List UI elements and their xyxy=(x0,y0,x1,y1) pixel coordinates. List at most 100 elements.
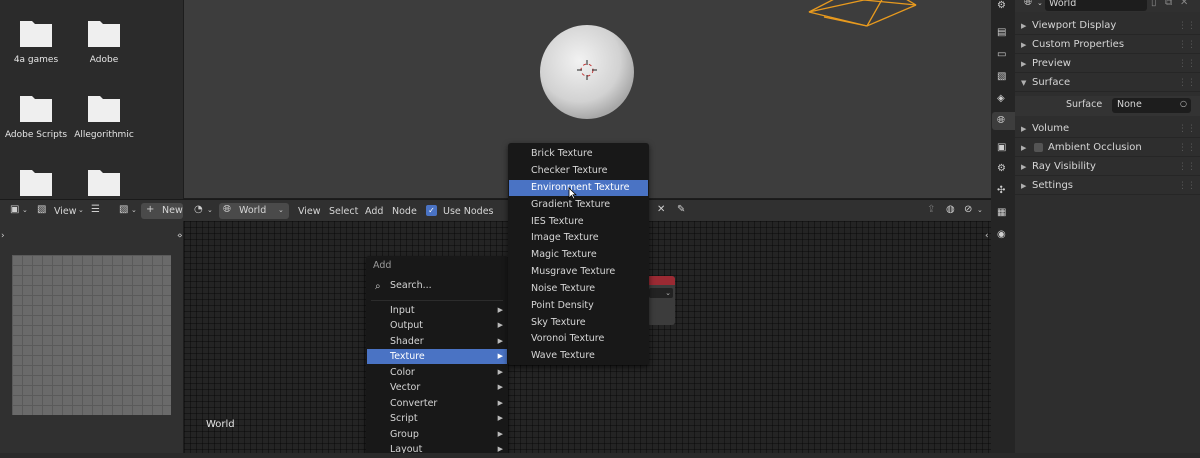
add-menu-item-group[interactable]: Group ▶ xyxy=(367,427,507,442)
panel-viewport-display[interactable]: ▶ Viewport Display ⋮⋮ xyxy=(1015,17,1200,35)
folder-item[interactable]: Allegorithmic xyxy=(69,92,139,140)
chevron-right-icon: ▶ xyxy=(497,399,503,407)
drag-handle-icon[interactable]: ⋮⋮ xyxy=(1178,177,1196,195)
new-image-button[interactable]: + New xyxy=(141,203,183,219)
texture-item-environment[interactable]: Environment Texture xyxy=(509,180,648,196)
preview-sphere[interactable] xyxy=(540,25,634,119)
world-properties-tab[interactable]: 🌐︎ xyxy=(992,112,1015,130)
panel-settings[interactable]: ▶ Settings ⋮⋮ xyxy=(1015,177,1200,195)
texture-item-image[interactable]: Image Texture xyxy=(509,230,648,246)
surface-shader-dropdown[interactable]: None ○ xyxy=(1112,98,1191,113)
drag-handle-icon[interactable]: ⋮⋮ xyxy=(1178,74,1196,92)
add-menu-search[interactable]: ⌕ Search... xyxy=(367,278,507,296)
texture-item-brick[interactable]: Brick Texture xyxy=(509,146,648,162)
collapsed-triangle-icon: ▶ xyxy=(1021,60,1027,68)
fake-user-icon[interactable]: ▯ xyxy=(1151,0,1157,9)
node-view-menu[interactable]: View xyxy=(298,204,321,219)
ambient-occlusion-checkbox[interactable] xyxy=(1034,143,1043,152)
output-properties-icon[interactable]: ▭ xyxy=(997,49,1006,61)
world-output-node[interactable]: ⌄ xyxy=(647,276,675,325)
chevron-right-icon[interactable]: › xyxy=(1,230,5,242)
add-menu-item-output[interactable]: Output ▶ xyxy=(367,318,507,333)
world-name-field[interactable]: World xyxy=(1045,0,1147,11)
object-properties-icon[interactable]: ▣ xyxy=(997,142,1006,154)
add-menu-item-input[interactable]: Input ▶ xyxy=(367,303,507,318)
chevron-right-icon[interactable]: › xyxy=(179,230,183,242)
chevron-right-icon: ▶ xyxy=(497,337,503,345)
folder-item[interactable]: Adobe Scripts xyxy=(1,92,71,140)
plus-icon: + xyxy=(146,204,155,215)
add-menu-item-shader[interactable]: Shader ▶ xyxy=(367,334,507,349)
expanded-triangle-icon: ▼ xyxy=(1021,79,1027,87)
node-add-menu[interactable]: Add xyxy=(365,204,383,219)
folder-label: 4a games xyxy=(13,55,59,65)
node-select-menu[interactable]: Select xyxy=(329,204,358,219)
texture-item-sky[interactable]: Sky Texture xyxy=(509,315,648,331)
duplicate-icon[interactable]: ⧉ xyxy=(1165,0,1172,9)
close-icon[interactable]: ✕ xyxy=(1180,0,1188,9)
node-node-menu[interactable]: Node xyxy=(392,204,417,219)
drag-handle-icon[interactable]: ⋮⋮ xyxy=(1178,36,1196,54)
drag-handle-icon[interactable]: ⋮⋮ xyxy=(1178,139,1196,157)
close-icon[interactable]: ✕ xyxy=(657,204,665,216)
folder-icon xyxy=(20,21,52,47)
hamburger-menu-icon[interactable]: ☰ xyxy=(91,204,100,216)
pin-icon[interactable]: ✎ xyxy=(677,204,685,216)
add-menu-item-vector[interactable]: Vector ▶ xyxy=(367,380,507,395)
collapsed-triangle-icon: ▶ xyxy=(1021,22,1027,30)
drag-handle-icon[interactable]: ⋮⋮ xyxy=(1178,17,1196,35)
overlay-icon[interactable]: ◍ xyxy=(946,204,955,216)
snap-icon[interactable]: ⊘ xyxy=(964,204,972,216)
texture-item-voronoi[interactable]: Voronoi Texture xyxy=(509,331,648,347)
texture-item-ies[interactable]: IES Texture xyxy=(509,214,648,230)
render-properties-icon[interactable]: ▤ xyxy=(997,27,1006,39)
drag-handle-icon[interactable]: ⋮⋮ xyxy=(1178,158,1196,176)
folder-icon xyxy=(20,96,52,122)
use-nodes-checkbox[interactable]: ✓ xyxy=(426,205,437,216)
add-menu-item-script[interactable]: Script ▶ xyxy=(367,411,507,426)
view-menu[interactable]: View xyxy=(54,204,77,219)
texture-item-musgrave[interactable]: Musgrave Texture xyxy=(509,264,648,280)
node-dropdown[interactable]: ⌄ xyxy=(649,288,673,298)
modifier-properties-icon[interactable]: ⚙ xyxy=(997,163,1006,175)
world-selector[interactable]: 🌐︎ World ⌄ xyxy=(219,203,289,219)
panel-ray-visibility[interactable]: ▶ Ray Visibility ⋮⋮ xyxy=(1015,158,1200,176)
image-editor-type-icon[interactable]: ▣ xyxy=(10,204,19,216)
texture-item-point-density[interactable]: Point Density xyxy=(509,298,648,314)
folder-label: Allegorithmic xyxy=(74,130,134,140)
particle-properties-icon[interactable]: ✣ xyxy=(997,185,1005,197)
chevron-left-icon[interactable]: ‹ xyxy=(985,230,989,242)
node-editor-type-icon[interactable]: ◔ xyxy=(194,204,203,216)
drag-handle-icon[interactable]: ⋮⋮ xyxy=(1178,120,1196,138)
add-menu-item-texture[interactable]: Texture ▶ xyxy=(367,349,507,364)
tool-settings-icon[interactable]: ⚙ xyxy=(997,0,1006,12)
chevron-right-icon: ▶ xyxy=(497,368,503,376)
texture-item-magic[interactable]: Magic Texture xyxy=(509,247,648,263)
texture-item-checker[interactable]: Checker Texture xyxy=(509,163,648,179)
world-selector-label: World xyxy=(239,205,267,216)
folder-item[interactable]: Adobe xyxy=(69,17,139,65)
parent-node-icon[interactable]: ⇪ xyxy=(927,204,935,216)
folder-item[interactable]: 4a games xyxy=(1,17,71,65)
panel-ambient-occlusion[interactable]: ▶ Ambient Occlusion ⋮⋮ xyxy=(1015,139,1200,157)
texture-properties-icon[interactable]: ▦ xyxy=(997,207,1006,219)
chevron-down-icon[interactable]: ⌄ xyxy=(22,204,28,216)
panel-volume[interactable]: ▶ Volume ⋮⋮ xyxy=(1015,120,1200,138)
panel-preview[interactable]: ▶ Preview ⋮⋮ xyxy=(1015,55,1200,73)
view-layer-properties-icon[interactable]: ▧ xyxy=(997,71,1006,83)
drag-handle-icon[interactable]: ⋮⋮ xyxy=(1178,55,1196,73)
panel-surface[interactable]: ▼ Surface ⋮⋮ xyxy=(1015,74,1200,92)
add-menu-item-color[interactable]: Color ▶ xyxy=(367,365,507,380)
panel-custom-properties[interactable]: ▶ Custom Properties ⋮⋮ xyxy=(1015,36,1200,54)
texture-item-wave[interactable]: Wave Texture xyxy=(509,348,648,364)
chevron-down-icon: ⌄ xyxy=(207,206,213,214)
scene-properties-icon[interactable]: ◈ xyxy=(997,93,1005,105)
texture-item-noise[interactable]: Noise Texture xyxy=(509,281,648,297)
node-editor-world-label: World xyxy=(206,419,235,430)
image-browse-icon[interactable]: ▧ xyxy=(119,204,128,216)
image-mode-icon[interactable]: ▧ xyxy=(37,204,46,216)
texture-item-gradient[interactable]: Gradient Texture xyxy=(509,197,648,213)
folder-icon xyxy=(88,21,120,47)
add-menu-item-converter[interactable]: Converter ▶ xyxy=(367,396,507,411)
constraint-properties-icon[interactable]: ◉ xyxy=(997,229,1006,241)
